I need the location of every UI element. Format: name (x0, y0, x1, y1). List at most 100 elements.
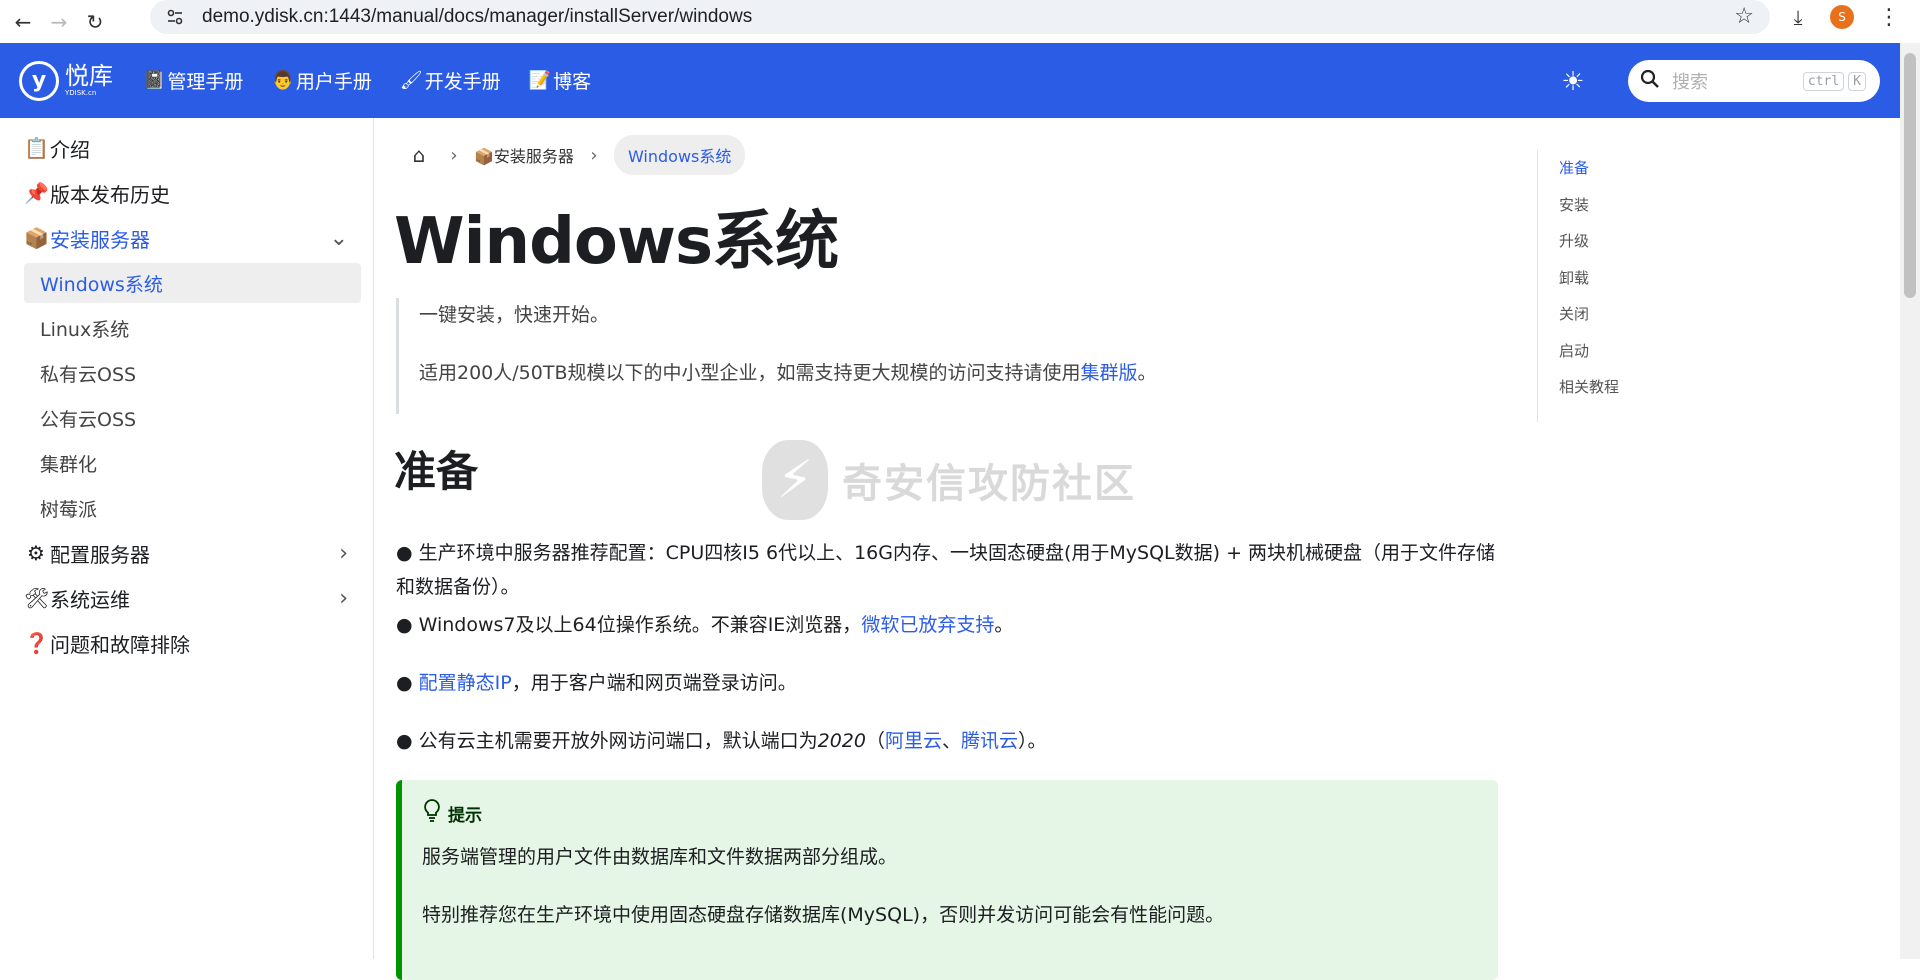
chevron-right-icon[interactable]: › (339, 541, 348, 566)
list-text: ，用于客户端和网页端登录访问。 (511, 672, 797, 694)
sidebar-subitem-raspberry-pi[interactable]: 树莓派 (24, 488, 361, 528)
breadcrumb-separator: › (450, 144, 458, 166)
page-title: Windows系统 (394, 205, 839, 279)
memo-icon: 📝 (528, 70, 552, 91)
sun-icon[interactable]: ☀ (1558, 67, 1588, 97)
docs-sidebar: 📋 介绍 📌 版本发布历史 📦 安装服务器 ⌄ Windows系统 Linux系统 私有… (0, 118, 374, 959)
site-navbar: y 悦库 YDISK.cn 📓 管理手册 👨 用户手册 🖌 开发手册 📝 博客 ☀ 搜索… (0, 43, 1900, 118)
sidebar-subitem-public-oss[interactable]: 公有云OSS (24, 398, 361, 438)
logo-mark-icon: y (19, 60, 59, 101)
tencent-cloud-link[interactable]: 腾讯云 (961, 730, 1018, 752)
nav-blog[interactable]: 📝 博客 (529, 67, 591, 94)
tip-paragraph-1: 服务端管理的用户文件由数据库和文件数据两部分组成。 (422, 846, 898, 868)
site-info-icon[interactable] (158, 0, 192, 34)
logo-subtext: YDISK.cn (65, 89, 97, 97)
nav-admin-manual[interactable]: 📓 管理手册 (143, 67, 243, 94)
breadcrumb-install-server[interactable]: 📦安装服务器 (474, 143, 574, 167)
static-ip-link[interactable]: 配置静态IP (419, 672, 512, 694)
quote-line-2: 适用200人/50TB规模以下的中小型企业，如需支持更大规模的访问支持请使用集群… (419, 356, 1496, 414)
logo-text: 悦库 (65, 62, 113, 90)
sidebar-subitem-private-oss[interactable]: 私有云OSS (24, 353, 361, 393)
search-placeholder: 搜索 (1672, 72, 1708, 93)
list-text: 。 (994, 614, 1014, 636)
nav-label: 管理手册 (167, 71, 244, 93)
nav-label: 用户手册 (295, 71, 372, 93)
reload-icon[interactable]: ↻ (82, 9, 108, 35)
url-text[interactable]: demo.ydisk.cn:1443/manual/docs/manager/i… (202, 6, 752, 28)
quote-text: 。 (1137, 362, 1157, 384)
sidebar-item-config-server[interactable]: ⚙ 配置服务器 › (24, 533, 360, 573)
browser-toolbar: ← → ↻ demo.ydisk.cn:1443/manual/docs/man… (0, 0, 1920, 43)
list-item: ● 公有云主机需要开放外网访问端口，默认端口为2020（阿里云、腾讯云）。 (396, 724, 1496, 758)
address-bar[interactable]: demo.ydisk.cn:1443/manual/docs/manager/i… (150, 0, 1770, 34)
clipboard-icon: 📋 (24, 136, 49, 160)
breadcrumb-current: Windows系统 (613, 135, 746, 175)
list-text: ）。 (1018, 730, 1047, 752)
browser-menu-icon[interactable]: ⋮ (1878, 5, 1900, 30)
sidebar-item-label: 系统运维 (50, 587, 130, 612)
scrollbar-thumb[interactable] (1904, 53, 1916, 298)
search-icon (1640, 69, 1660, 94)
lightbulb-icon (422, 798, 442, 828)
quote-text: 适用200人/50TB规模以下的中小型企业，如需支持更大规模的访问支持请使用 (419, 362, 1081, 384)
section-heading-prepare: 准备 (394, 447, 479, 496)
nav-user-manual[interactable]: 👨 用户手册 (271, 67, 371, 94)
intro-blockquote: 一键安装，快速开始。 适用200人/50TB规模以下的中小型企业，如需支持更大规… (396, 298, 1496, 414)
sidebar-item-troubleshooting[interactable]: ❓ 问题和故障排除 (24, 623, 360, 663)
profile-avatar[interactable]: S (1830, 5, 1854, 29)
watermark: ⚡ 奇安信攻防社区 (762, 440, 1136, 520)
toc-item-related-tutorials[interactable]: 相关教程 (1559, 369, 1697, 406)
tip-paragraph-2: 特别推荐您在生产环境中使用固态硬盘存储数据库(MySQL)，否则并发访问可能会有… (422, 904, 1225, 926)
list-item: ● 配置静态IP，用于客户端和网页端登录访问。 (396, 666, 1496, 700)
notebook-icon: 📓 (143, 70, 166, 91)
brush-icon: 🖌 (399, 70, 423, 91)
person-icon: 👨 (271, 70, 294, 91)
watermark-text: 奇安信攻防社区 (842, 461, 1136, 507)
sidebar-subitem-cluster[interactable]: 集群化 (24, 443, 361, 483)
sidebar-item-label: 配置服务器 (50, 542, 150, 567)
sidebar-item-intro[interactable]: 📋 介绍 (24, 128, 360, 168)
toc-item-uninstall[interactable]: 卸载 (1559, 260, 1697, 297)
list-item: ● 生产环境中服务器推荐配置：CPU四核I5 6代以上、16G内存、一块固态硬盘… (396, 542, 1496, 598)
toc-item-upgrade[interactable]: 升级 (1559, 223, 1697, 260)
toc-item-install[interactable]: 安装 (1559, 187, 1697, 224)
nav-label: 博客 (553, 71, 592, 93)
page-scrollbar[interactable] (1900, 43, 1920, 959)
download-icon[interactable]: ⤓ (1780, 5, 1816, 29)
list-item: ● Windows7及以上64位操作系统。不兼容IE浏览器，微软已放弃支持。 (396, 608, 1496, 642)
list-text: ● 公有云主机需要开放外网访问端口，默认端口为 (396, 730, 818, 752)
forward-icon[interactable]: → (46, 9, 72, 35)
toc-item-prepare[interactable]: 准备 (1559, 150, 1697, 187)
back-icon[interactable]: ← (10, 9, 36, 35)
site-logo[interactable]: y 悦库 YDISK.cn (19, 60, 113, 101)
sidebar-item-release-history[interactable]: 📌 版本发布历史 (24, 173, 360, 213)
list-text: 、 (942, 730, 962, 752)
toc-item-shutdown[interactable]: 关闭 (1559, 296, 1697, 333)
search-button[interactable]: 搜索 ctrl K (1628, 60, 1880, 102)
ms-dropped-support-link[interactable]: 微软已放弃支持 (861, 614, 994, 636)
toc-item-start[interactable]: 启动 (1559, 333, 1697, 370)
gear-icon: ⚙ (27, 541, 45, 565)
sidebar-item-label: 问题和故障排除 (50, 632, 190, 657)
list-text: ● Windows7及以上64位操作系统。不兼容IE浏览器， (396, 614, 862, 636)
sidebar-item-install-server[interactable]: 📦 安装服务器 ⌄ (24, 218, 360, 258)
sidebar-item-operations[interactable]: 🛠 系统运维 › (24, 578, 360, 618)
tools-icon: 🛠 (24, 586, 50, 610)
sidebar-subitem-windows[interactable]: Windows系统 (24, 263, 361, 303)
sidebar-item-label: 安装服务器 (50, 227, 150, 252)
kbd-ctrl: ctrl (1802, 71, 1845, 91)
home-icon[interactable]: ⌂ (404, 143, 434, 167)
breadcrumb: ⌂ › 📦安装服务器 › Windows系统 (404, 135, 746, 175)
sidebar-item-label: 版本发布历史 (50, 182, 170, 207)
kbd-k: K (1848, 71, 1866, 91)
breadcrumb-separator: › (590, 144, 598, 166)
nav-dev-manual[interactable]: 🖌 开发手册 (400, 67, 501, 94)
cluster-edition-link[interactable]: 集群版 (1081, 362, 1138, 384)
sidebar-subitem-linux[interactable]: Linux系统 (24, 308, 361, 348)
chevron-down-icon[interactable]: ⌄ (330, 226, 348, 251)
tip-title: 提示 (448, 805, 482, 826)
aliyun-link[interactable]: 阿里云 (885, 730, 942, 752)
chevron-right-icon[interactable]: › (339, 586, 348, 611)
nav-label: 开发手册 (424, 71, 501, 93)
bookmark-star-icon[interactable]: ☆ (1734, 4, 1754, 29)
